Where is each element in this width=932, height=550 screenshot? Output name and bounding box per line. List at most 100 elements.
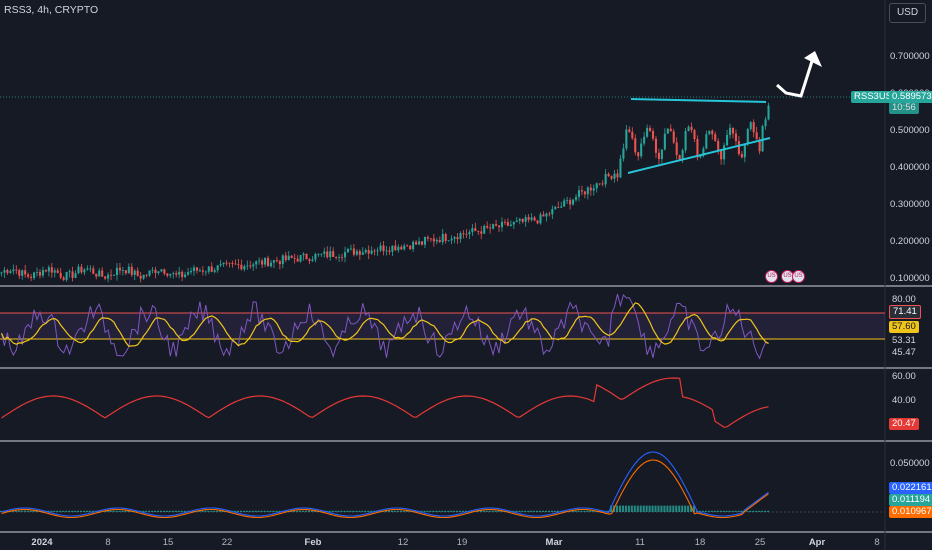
candle-body [35, 272, 39, 273]
x-label: 2024 [31, 537, 53, 548]
macd-histogram-bar [207, 510, 210, 512]
event-flag-icon[interactable]: US [765, 270, 778, 283]
candle-body [666, 128, 669, 134]
candle-body [503, 221, 506, 223]
adx-value-tag: 20.47 [889, 418, 919, 430]
candle-body [696, 139, 699, 158]
candle-body [438, 240, 441, 243]
macd-histogram-bar [159, 510, 162, 512]
candle-body [515, 220, 518, 223]
candle-body [246, 265, 249, 267]
macd-histogram-bar [177, 510, 180, 512]
candle-body [74, 273, 77, 278]
candle-body [269, 262, 273, 267]
candle-body [204, 271, 207, 273]
macd-histogram-bar [151, 510, 154, 512]
macd-histogram-bar [541, 510, 545, 512]
candle-body [604, 173, 607, 185]
adx-tick: 60.00 [892, 371, 916, 382]
macd-histogram-bar [497, 510, 500, 512]
macd-histogram-bar [29, 510, 32, 512]
candle-body [124, 270, 127, 274]
candle-body [198, 270, 201, 272]
macd-histogram-bar [337, 510, 340, 512]
macd-histogram-bar [530, 510, 533, 512]
candle-body [68, 271, 71, 273]
candle-body [184, 274, 187, 278]
candle-body [723, 145, 726, 160]
macd-histogram-bar [154, 510, 157, 512]
candle-body [317, 253, 320, 255]
candle-body [101, 270, 104, 277]
macd-histogram-bar [488, 510, 491, 512]
candle-body [311, 259, 314, 262]
candle-body [189, 270, 193, 273]
candle-body [548, 213, 551, 215]
candle-body [166, 273, 169, 276]
candle-body [33, 272, 36, 278]
macd-histogram-bar [257, 510, 260, 512]
candle-body [403, 245, 406, 250]
candle-body [583, 191, 586, 195]
candle-body [175, 273, 178, 275]
candle-body [352, 248, 355, 255]
price-tick: 0.100000 [890, 273, 930, 284]
candle-body [77, 266, 80, 274]
macd-histogram-bar [707, 510, 710, 512]
candle-body [483, 225, 486, 234]
price-tick: 0.700000 [890, 51, 930, 62]
candle-body [509, 224, 512, 226]
candle-body [249, 265, 252, 267]
candle-body [749, 122, 752, 130]
candle-body [755, 132, 758, 140]
candle-body [705, 134, 708, 149]
candle-body [634, 138, 637, 153]
candle-body [415, 241, 418, 245]
candle-body [598, 183, 601, 185]
macd-histogram-bar [704, 510, 707, 512]
candle-body [586, 187, 589, 195]
candle-body [373, 250, 376, 252]
candle-body [30, 276, 33, 278]
macd-histogram-bar [148, 510, 151, 512]
candle-body [767, 105, 770, 120]
candle-body [563, 200, 566, 207]
candle-body [539, 214, 542, 224]
candle-body [580, 190, 583, 192]
candle-body [382, 245, 385, 252]
macd-histogram-bar [639, 505, 642, 512]
macd-histogram-bar [459, 510, 462, 512]
currency-button[interactable]: USD [889, 3, 926, 23]
macd-histogram-bar [328, 510, 331, 512]
macd-histogram-bar [586, 510, 589, 512]
macd-histogram-bar [663, 505, 666, 512]
macd-histogram-bar [648, 505, 651, 512]
candle-body [302, 253, 305, 256]
macd-histogram-bar [296, 510, 299, 512]
event-flag-icon[interactable]: US [792, 270, 805, 283]
macd-histogram-bar [62, 510, 65, 512]
macd-histogram-bar [544, 510, 547, 512]
signal-value-tag: 0.010967 [889, 506, 932, 518]
candle-body [734, 133, 737, 142]
candle-body [533, 217, 536, 221]
candle-body [521, 218, 524, 222]
candle-body [15, 269, 18, 271]
candle-body [622, 148, 625, 159]
candle-body [299, 255, 302, 262]
macd-histogram-bar [737, 510, 740, 512]
macd-histogram-bar [251, 510, 254, 512]
x-label: 22 [221, 537, 233, 548]
macd-histogram-bar [740, 510, 743, 512]
macd-histogram-bar [758, 510, 761, 512]
candle-body [746, 129, 749, 145]
macd-tick: 0.050000 [890, 458, 930, 469]
candle-body [222, 262, 225, 265]
macd-histogram-bar [482, 510, 485, 512]
candle-body [323, 251, 326, 254]
candle-body [447, 240, 450, 242]
candle-body [178, 271, 181, 275]
candle-body [355, 251, 358, 255]
x-label: 18 [694, 537, 706, 548]
macd-histogram-bar [390, 510, 393, 512]
